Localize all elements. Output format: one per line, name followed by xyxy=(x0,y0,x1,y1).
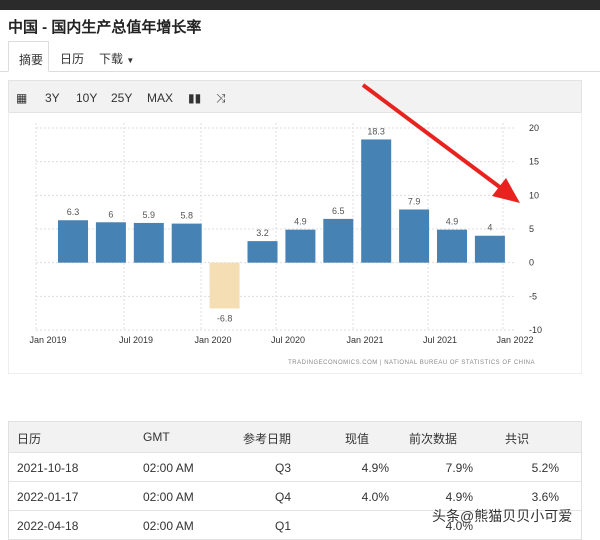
bar xyxy=(399,209,429,262)
header-consensus: 共识 xyxy=(505,430,529,447)
cell-time: 02:00 AM xyxy=(143,519,194,533)
x-tick-label: Jul 2021 xyxy=(423,335,457,345)
y-tick-label: 15 xyxy=(529,157,539,167)
bar xyxy=(361,139,391,262)
watermark: 头条@熊猫贝贝小可爱 xyxy=(432,506,572,526)
cell-reference: Q4 xyxy=(275,490,291,504)
cell-actual: 4.9% xyxy=(362,461,389,475)
bar xyxy=(210,263,240,309)
bar xyxy=(475,236,505,263)
bar xyxy=(285,230,315,263)
bar xyxy=(437,230,467,263)
x-tick-label: Jan 2022 xyxy=(496,335,533,345)
data-label: 7.9 xyxy=(408,196,421,206)
data-label: 18.3 xyxy=(367,126,385,136)
y-tick-label: 0 xyxy=(529,258,534,268)
x-tick-label: Jan 2020 xyxy=(194,335,231,345)
cell-time: 02:00 AM xyxy=(143,461,194,475)
cell-previous: 7.9% xyxy=(446,461,473,475)
table-header: 日历 GMT 参考日期 现值 前次数据 共识 xyxy=(9,422,581,452)
data-label: 4.9 xyxy=(446,217,459,227)
bar xyxy=(172,224,202,263)
header-reference: 参考日期 xyxy=(243,430,291,447)
header-actual: 现值 xyxy=(345,430,369,447)
header-gmt: GMT xyxy=(143,430,170,444)
cell-date: 2022-04-18 xyxy=(17,519,78,533)
x-tick-label: Jul 2019 xyxy=(119,335,153,345)
y-tick-label: 20 xyxy=(529,123,539,133)
chart-source: TRADINGECONOMICS.COM | NATIONAL BUREAU O… xyxy=(288,360,535,366)
x-tick-label: Jan 2021 xyxy=(346,335,383,345)
data-label: 6.5 xyxy=(332,206,345,216)
cell-consensus: 5.2% xyxy=(532,461,559,475)
y-tick-label: 5 xyxy=(529,224,534,234)
bar xyxy=(96,222,126,262)
cell-date: 2021-10-18 xyxy=(17,461,78,475)
bar xyxy=(134,223,164,263)
cell-date: 2022-01-17 xyxy=(17,490,78,504)
data-label: 4.9 xyxy=(294,217,307,227)
y-tick-label: 10 xyxy=(529,190,539,200)
bar xyxy=(323,219,353,263)
y-tick-label: -5 xyxy=(529,291,537,301)
data-label: 4 xyxy=(487,223,492,233)
data-label: 5.9 xyxy=(143,210,156,220)
x-tick-label: Jan 2019 xyxy=(29,335,66,345)
data-label: -6.8 xyxy=(217,313,233,323)
table-row: 2021-10-18 02:00 AM Q3 4.9% 7.9% 5.2% xyxy=(9,452,581,481)
cell-time: 02:00 AM xyxy=(143,490,194,504)
header-calendar: 日历 xyxy=(17,430,41,447)
x-tick-label: Jul 2020 xyxy=(271,335,305,345)
data-label: 5.8 xyxy=(180,211,193,221)
bar xyxy=(58,220,88,262)
cell-previous: 4.9% xyxy=(446,490,473,504)
bar xyxy=(248,241,278,263)
cell-actual: 4.0% xyxy=(362,490,389,504)
y-tick-label: -10 xyxy=(529,325,542,335)
cell-reference: Q1 xyxy=(275,519,291,533)
data-label: 6.3 xyxy=(67,207,80,217)
header-previous: 前次数据 xyxy=(409,430,457,447)
cell-consensus: 3.6% xyxy=(532,490,559,504)
data-label: 6 xyxy=(108,209,113,219)
data-label: 3.2 xyxy=(256,228,269,238)
cell-reference: Q3 xyxy=(275,461,291,475)
